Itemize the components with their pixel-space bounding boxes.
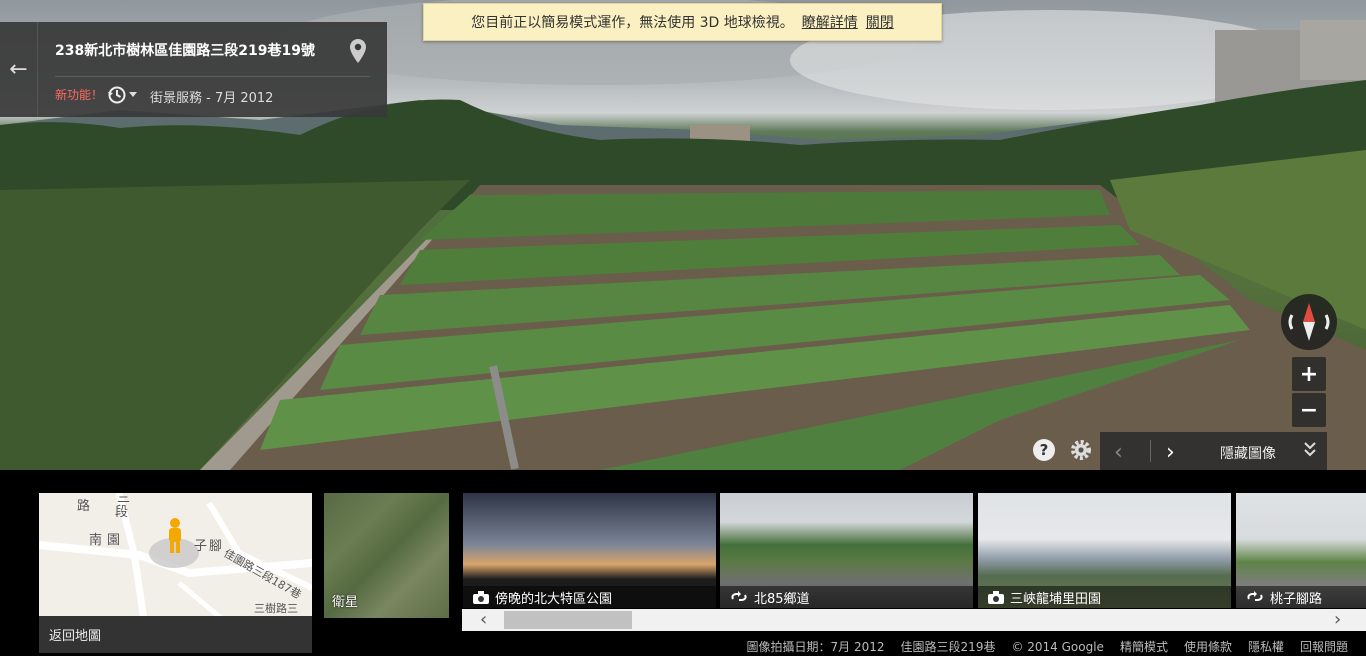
- address-title: 238新北市樹林區佳園路三段219巷19號: [55, 43, 315, 59]
- thumbnail-caption: 北85鄉道: [720, 586, 973, 608]
- double-chevron-down-icon[interactable]: [1302, 440, 1318, 460]
- footer-bar: 圖像拍攝日期：7月 2012 佳園路三段219巷 © 2014 Google 精…: [0, 637, 1366, 656]
- pegman-icon[interactable]: [164, 517, 186, 557]
- bottom-strip: 路 段 三 南 園 子 腳 佳園路三段187巷 三樹路三 返回地圖 衛星 傍晚的…: [0, 470, 1366, 656]
- thumbnail-caption-text: 三峽龍埔里田園: [1010, 591, 1102, 607]
- zoom-in-button[interactable]: +: [1292, 357, 1326, 391]
- lite-mode-link[interactable]: 精簡模式: [1120, 638, 1168, 655]
- copyright: © 2014 Google: [1011, 639, 1104, 654]
- privacy-link[interactable]: 隱私權: [1248, 638, 1284, 655]
- scroll-right-button[interactable]: ›: [1334, 609, 1354, 631]
- zoom-out-button[interactable]: −: [1292, 393, 1326, 427]
- satellite-thumbnail[interactable]: 衛星: [324, 493, 449, 618]
- gear-icon[interactable]: [1068, 437, 1094, 463]
- back-arrow-icon: ←: [9, 57, 28, 82]
- lite-mode-notice: 您目前正以簡易模式運作，無法使用 3D 地球檢視。 瞭解詳情 關閉: [423, 3, 942, 41]
- mini-map[interactable]: 路 段 三 南 園 子 腳 佳園路三段187巷 三樹路三 返回地圖: [39, 493, 312, 653]
- street-view-icon: [731, 591, 747, 601]
- next-image-button[interactable]: ›: [1166, 440, 1188, 465]
- thumbnail-scrollbar[interactable]: ‹ ›: [462, 609, 1366, 631]
- camera-icon: [473, 590, 489, 604]
- previous-image-button[interactable]: ‹: [1114, 440, 1136, 465]
- map-label: 子: [194, 539, 208, 554]
- help-icon[interactable]: ?: [1033, 439, 1055, 461]
- notice-text: 您目前正以簡易模式運作，無法使用 3D 地球檢視。: [471, 15, 794, 31]
- street-view-app: 您目前正以簡易模式運作，無法使用 3D 地球檢視。 瞭解詳情 關閉 ← 238新…: [0, 0, 1366, 656]
- street-view-icon: [1247, 591, 1263, 601]
- thumbnail-caption-text: 傍晚的北大特區公園: [495, 591, 613, 607]
- scroll-thumb[interactable]: [504, 611, 632, 629]
- map-label: 南: [89, 533, 103, 548]
- map-label: 三樹路三: [254, 602, 298, 615]
- thumbnail-caption: 三峽龍埔里田園: [978, 586, 1231, 608]
- thumbnail-caption: 桃子腳路: [1236, 586, 1366, 608]
- photo-thumbnail[interactable]: 三峽龍埔里田園: [978, 493, 1231, 608]
- map-label: 腳: [209, 539, 223, 554]
- photo-thumbnail[interactable]: 傍晚的北大特區公園: [463, 493, 716, 608]
- thumbnail-caption: 傍晚的北大特區公園: [463, 586, 716, 608]
- image-nav-bar: ‹ › 隱藏圖像: [1100, 432, 1327, 470]
- map-label: 路: [77, 499, 91, 514]
- new-feature-badge: 新功能！: [55, 88, 104, 102]
- satellite-label: 衛星: [332, 595, 359, 610]
- camera-icon: [988, 590, 1004, 604]
- nav-divider: [1150, 440, 1151, 462]
- close-notice-link[interactable]: 關閉: [866, 12, 894, 32]
- hide-images-button[interactable]: 隱藏圖像: [1220, 443, 1276, 463]
- scroll-left-button[interactable]: ‹: [480, 609, 500, 631]
- photo-thumbnail[interactable]: 桃子腳路: [1236, 493, 1366, 608]
- map-label: 園: [107, 533, 121, 548]
- time-machine-button[interactable]: [107, 84, 141, 106]
- back-arrow-button[interactable]: ←: [0, 22, 38, 117]
- capture-date: 圖像拍攝日期：7月 2012: [746, 640, 885, 654]
- address-card: ← 238新北市樹林區佳園路三段219巷19號 新功能！ 街景服務 - 7月 2…: [0, 22, 387, 117]
- compass-icon[interactable]: [1280, 293, 1338, 351]
- photo-thumbnail[interactable]: 北85鄉道: [720, 493, 973, 608]
- service-date: 街景服務 - 7月 2012: [150, 91, 274, 106]
- map-pin-icon[interactable]: [348, 38, 368, 64]
- thumbnail-caption-text: 桃子腳路: [1270, 591, 1323, 607]
- chevron-down-icon: [129, 92, 137, 97]
- map-label: 三: [117, 493, 131, 506]
- thumbnail-caption-text: 北85鄉道: [754, 591, 810, 607]
- card-divider: [55, 76, 370, 77]
- learn-more-link[interactable]: 瞭解詳情: [802, 12, 858, 32]
- street-name: 佳園路三段219巷: [900, 640, 996, 654]
- history-clock-icon: [108, 86, 126, 104]
- terms-link[interactable]: 使用條款: [1184, 638, 1232, 655]
- report-problem-link[interactable]: 回報問題: [1300, 638, 1348, 655]
